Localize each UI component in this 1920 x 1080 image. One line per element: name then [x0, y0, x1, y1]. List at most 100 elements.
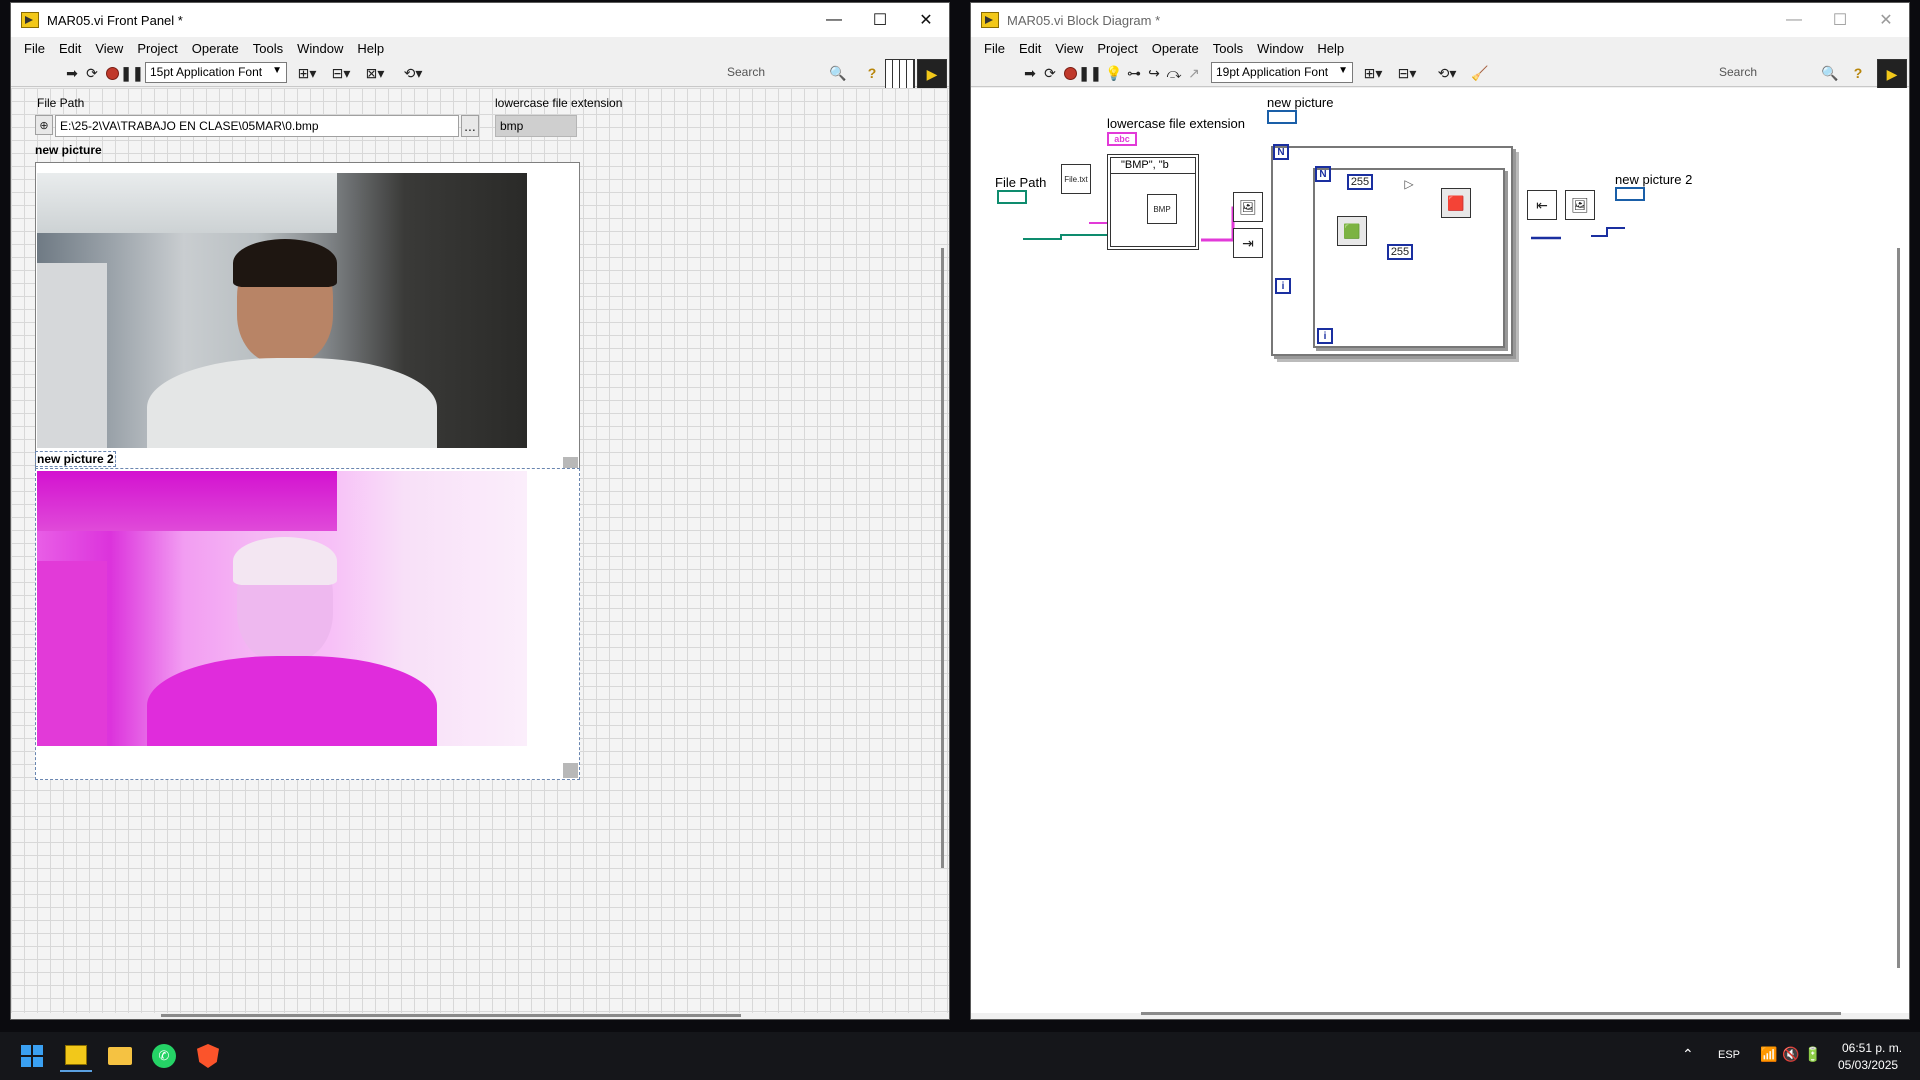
block-diagram-titlebar[interactable]: MAR05.vi Block Diagram * — ☐ ✕ [971, 3, 1909, 37]
search-icon[interactable]: 🔍 [829, 63, 847, 83]
volume-muted-icon[interactable]: 🔇 [1782, 1046, 1799, 1063]
outer-loop-iteration-terminal[interactable]: i [1275, 278, 1291, 294]
close-button[interactable]: ✕ [1863, 3, 1909, 37]
const-255-a[interactable]: 255 [1347, 174, 1373, 190]
step-out-icon[interactable]: ↗ [1185, 63, 1203, 83]
tray-overflow-icon[interactable]: ⌃ [1682, 1046, 1694, 1063]
file-path-control[interactable]: E:\25-2\VA\TRABAJO EN CLASE\05MAR\0.bmp [55, 115, 459, 137]
menu-project[interactable]: Project [137, 41, 177, 56]
menu-project[interactable]: Project [1097, 41, 1137, 56]
unflatten-pixmap-icon[interactable]: ⇥ [1233, 228, 1263, 258]
vi-icon[interactable]: ▶ [1877, 59, 1907, 89]
retain-wire-values-icon[interactable]: ⊶ [1125, 63, 1143, 83]
front-panel-titlebar[interactable]: MAR05.vi Front Panel * — ☐ ✕ [11, 3, 949, 37]
case-structure[interactable]: "BMP", "b BMP [1107, 154, 1199, 250]
search-icon[interactable]: 🔍 [1821, 63, 1839, 83]
inner-loop-count-terminal[interactable]: N [1315, 166, 1331, 182]
front-panel-hscroll[interactable] [161, 1014, 741, 1017]
menu-operate[interactable]: Operate [1152, 41, 1199, 56]
inner-for-loop[interactable]: N i 255 🟩 ▷ 255 🟥 [1313, 166, 1505, 348]
pause-icon[interactable]: ❚❚ [120, 63, 143, 83]
font-selector[interactable]: 19pt Application Font ▼ [1211, 62, 1353, 83]
path-browse-type-icon[interactable]: ⊕ [35, 115, 53, 135]
block-diagram-hscroll[interactable] [1141, 1012, 1841, 1015]
menu-edit[interactable]: Edit [59, 41, 81, 56]
menu-view[interactable]: View [1055, 41, 1083, 56]
outer-loop-count-terminal[interactable]: N [1273, 144, 1289, 160]
run-arrow-icon[interactable]: ➡ [1021, 63, 1039, 83]
inner-loop-iteration-terminal[interactable]: i [1317, 328, 1333, 344]
start-button[interactable] [16, 1040, 48, 1072]
distribute-objects-icon[interactable]: ⊟▾ [327, 63, 355, 83]
clock-time[interactable]: 06:51 p. m. [1842, 1041, 1902, 1055]
new-picture-2-terminal[interactable] [1615, 187, 1645, 201]
context-help-icon[interactable]: ? [1849, 63, 1867, 83]
clean-up-diagram-icon[interactable]: 🧹 [1469, 63, 1491, 83]
abort-icon[interactable] [1061, 63, 1079, 83]
connector-pane-icon[interactable] [885, 59, 915, 89]
picture2-indicator[interactable] [35, 468, 580, 780]
maximize-button[interactable]: ☐ [1817, 3, 1863, 37]
font-selector[interactable]: 15pt Application Font ▼ [145, 62, 287, 83]
picture2-resize-corner[interactable] [563, 763, 578, 778]
subtract-icon[interactable]: ▷ [1399, 176, 1419, 192]
search-field[interactable]: Search [1715, 63, 1825, 83]
wifi-icon[interactable]: 📶 [1760, 1046, 1777, 1063]
reorder-icon[interactable]: ⟲▾ [1433, 63, 1461, 83]
abort-icon[interactable] [103, 63, 121, 83]
context-help-icon[interactable]: ? [863, 63, 881, 83]
align-objects-icon[interactable]: ⊞▾ [1359, 63, 1387, 83]
ext-terminal[interactable]: abc [1107, 132, 1137, 146]
menu-window[interactable]: Window [1257, 41, 1303, 56]
picture1-indicator[interactable] [35, 162, 580, 474]
maximize-button[interactable]: ☐ [857, 3, 903, 37]
step-into-icon[interactable]: ↪ [1145, 63, 1163, 83]
battery-icon[interactable]: 🔋 [1804, 1046, 1821, 1063]
highlight-execution-icon[interactable]: 💡 [1105, 63, 1123, 83]
menu-file[interactable]: File [984, 41, 1005, 56]
menu-help[interactable]: Help [1317, 41, 1344, 56]
labview-taskbar-icon[interactable] [60, 1040, 92, 1072]
block-diagram-canvas[interactable]: File Path File.txt lowercase file extens… [971, 88, 1909, 1015]
draw-flattened-pixmap-icon[interactable]: 🖼 [1233, 192, 1263, 222]
menu-tools[interactable]: Tools [1213, 41, 1243, 56]
distribute-objects-icon[interactable]: ⊟▾ [1393, 63, 1421, 83]
run-continuously-icon[interactable]: ⟳ [1041, 63, 1059, 83]
brave-taskbar-icon[interactable] [192, 1040, 224, 1072]
run-arrow-icon[interactable]: ➡ [63, 63, 81, 83]
step-over-icon[interactable]: ⤼ [1165, 63, 1183, 83]
draw-pixmap-icon[interactable]: 🖼 [1565, 190, 1595, 220]
menu-window[interactable]: Window [297, 41, 343, 56]
whatsapp-taskbar-icon[interactable]: ✆ [148, 1040, 180, 1072]
block-diagram-vscroll[interactable] [1897, 248, 1900, 968]
menu-help[interactable]: Help [357, 41, 384, 56]
front-panel-vscroll[interactable] [941, 248, 944, 868]
clock-date[interactable]: 05/03/2025 [1838, 1058, 1898, 1072]
browse-button[interactable]: ... [461, 115, 479, 137]
outer-for-loop[interactable]: N i N i 255 🟩 ▷ 255 🟥 [1271, 144, 1513, 356]
menu-tools[interactable]: Tools [253, 41, 283, 56]
file-explorer-taskbar-icon[interactable] [104, 1040, 136, 1072]
align-objects-icon[interactable]: ⊞▾ [293, 63, 321, 83]
menu-view[interactable]: View [95, 41, 123, 56]
file-type-icon[interactable]: File.txt [1061, 164, 1091, 194]
resize-objects-icon[interactable]: ⊠▾ [361, 63, 389, 83]
menu-edit[interactable]: Edit [1019, 41, 1041, 56]
new-picture-terminal[interactable] [1267, 110, 1297, 124]
color-to-rgb-icon[interactable]: 🟩 [1337, 216, 1367, 246]
rgb-to-color-icon[interactable]: 🟥 [1441, 188, 1471, 218]
run-continuously-icon[interactable]: ⟳ [83, 63, 101, 83]
vi-icon[interactable]: ▶ [917, 59, 947, 89]
flatten-pixmap-icon[interactable]: ⇤ [1527, 190, 1557, 220]
front-panel-canvas[interactable]: File Path ⊕ E:\25-2\VA\TRABAJO EN CLASE\… [11, 88, 949, 1017]
file-path-terminal[interactable] [997, 190, 1027, 204]
menu-operate[interactable]: Operate [192, 41, 239, 56]
const-255-b[interactable]: 255 [1387, 244, 1413, 260]
reorder-icon[interactable]: ⟲▾ [399, 63, 427, 83]
read-bmp-icon[interactable]: BMP [1147, 194, 1177, 224]
minimize-button[interactable]: — [1771, 3, 1817, 37]
minimize-button[interactable]: — [811, 3, 857, 37]
language-indicator[interactable]: ESP [1718, 1049, 1740, 1061]
menu-file[interactable]: File [24, 41, 45, 56]
close-button[interactable]: ✕ [903, 3, 949, 37]
